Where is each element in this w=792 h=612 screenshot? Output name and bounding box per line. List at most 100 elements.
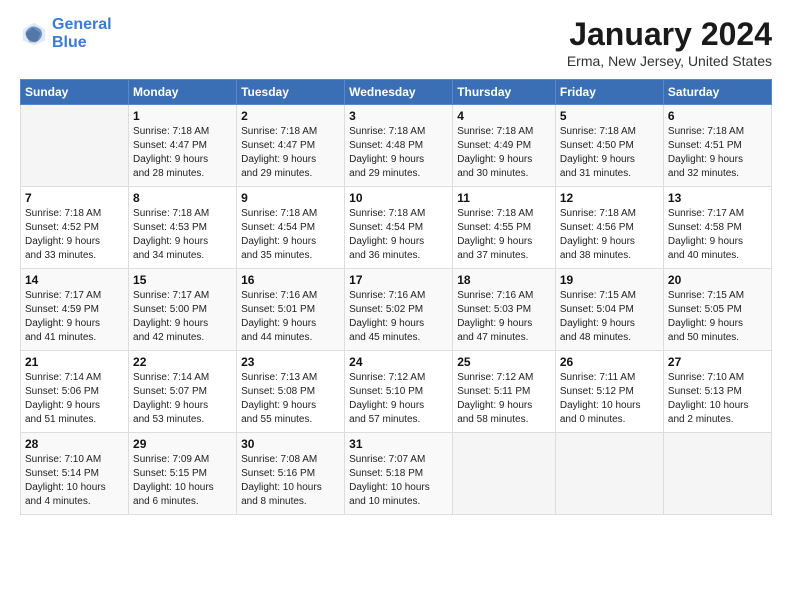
week-row-3: 14 Sunrise: 7:17 AM Sunset: 4:59 PM Dayli… [21,269,772,351]
title-block: January 2024 Erma, New Jersey, United St… [567,16,772,69]
day-number: 18 [457,273,551,287]
weekday-header-monday: Monday [129,80,237,105]
day-number: 14 [25,273,124,287]
day-detail: Sunrise: 7:17 AM Sunset: 4:58 PM Dayligh… [668,207,767,263]
calendar-cell: 27 Sunrise: 7:10 AM Sunset: 5:13 PM Dayli… [663,351,771,433]
weekday-header-friday: Friday [555,80,663,105]
day-detail: Sunrise: 7:18 AM Sunset: 4:49 PM Dayligh… [457,125,551,181]
day-number: 21 [25,355,124,369]
logo-line2: Blue [52,34,87,51]
day-number: 30 [241,437,340,451]
calendar-cell: 17 Sunrise: 7:16 AM Sunset: 5:02 PM Dayli… [345,269,453,351]
day-detail: Sunrise: 7:18 AM Sunset: 4:51 PM Dayligh… [668,125,767,181]
day-detail: Sunrise: 7:18 AM Sunset: 4:54 PM Dayligh… [349,207,448,263]
day-detail: Sunrise: 7:18 AM Sunset: 4:55 PM Dayligh… [457,207,551,263]
calendar-cell: 22 Sunrise: 7:14 AM Sunset: 5:07 PM Dayli… [129,351,237,433]
logo-icon [20,20,48,48]
weekday-header-row: SundayMondayTuesdayWednesdayThursdayFrid… [21,80,772,105]
day-detail: Sunrise: 7:08 AM Sunset: 5:16 PM Dayligh… [241,453,340,509]
calendar-cell: 26 Sunrise: 7:11 AM Sunset: 5:12 PM Dayli… [555,351,663,433]
calendar-cell: 18 Sunrise: 7:16 AM Sunset: 5:03 PM Dayli… [453,269,556,351]
month-title: January 2024 [567,16,772,53]
day-detail: Sunrise: 7:12 AM Sunset: 5:10 PM Dayligh… [349,371,448,427]
calendar-cell: 9Sunrise: 7:18 AM Sunset: 4:54 PM Daylig… [237,187,345,269]
calendar-cell [453,433,556,515]
weekday-header-sunday: Sunday [21,80,129,105]
day-detail: Sunrise: 7:16 AM Sunset: 5:03 PM Dayligh… [457,289,551,345]
day-detail: Sunrise: 7:18 AM Sunset: 4:54 PM Dayligh… [241,207,340,263]
calendar-cell: 19 Sunrise: 7:15 AM Sunset: 5:04 PM Dayli… [555,269,663,351]
calendar-cell: 14 Sunrise: 7:17 AM Sunset: 4:59 PM Dayli… [21,269,129,351]
header: General Blue January 2024 Erma, New Jers… [20,16,772,69]
day-number: 27 [668,355,767,369]
week-row-4: 21Sunrise: 7:14 AM Sunset: 5:06 PM Dayli… [21,351,772,433]
day-number: 16 [241,273,340,287]
day-number: 26 [560,355,659,369]
day-number: 28 [25,437,124,451]
calendar-cell: 28Sunrise: 7:10 AM Sunset: 5:14 PM Dayli… [21,433,129,515]
calendar-table: SundayMondayTuesdayWednesdayThursdayFrid… [20,79,772,515]
day-number: 29 [133,437,232,451]
calendar-cell: 29 Sunrise: 7:09 AM Sunset: 5:15 PM Dayli… [129,433,237,515]
day-number: 3 [349,109,448,123]
calendar-cell: 23 Sunrise: 7:13 AM Sunset: 5:08 PM Dayli… [237,351,345,433]
calendar-cell: 15Sunrise: 7:17 AM Sunset: 5:00 PM Dayli… [129,269,237,351]
weekday-header-tuesday: Tuesday [237,80,345,105]
day-detail: Sunrise: 7:09 AM Sunset: 5:15 PM Dayligh… [133,453,232,509]
calendar-cell [555,433,663,515]
calendar-cell: 4 Sunrise: 7:18 AM Sunset: 4:49 PM Daylig… [453,105,556,187]
day-number: 10 [349,191,448,205]
day-detail: Sunrise: 7:16 AM Sunset: 5:02 PM Dayligh… [349,289,448,345]
location-title: Erma, New Jersey, United States [567,53,772,69]
day-detail: Sunrise: 7:18 AM Sunset: 4:48 PM Dayligh… [349,125,448,181]
logo: General Blue [20,16,112,51]
calendar-cell: 5 Sunrise: 7:18 AM Sunset: 4:50 PM Daylig… [555,105,663,187]
day-detail: Sunrise: 7:10 AM Sunset: 5:13 PM Dayligh… [668,371,767,427]
calendar-cell [21,105,129,187]
day-number: 20 [668,273,767,287]
calendar-cell: 6 Sunrise: 7:18 AM Sunset: 4:51 PM Daylig… [663,105,771,187]
calendar-cell: 31Sunrise: 7:07 AM Sunset: 5:18 PM Dayli… [345,433,453,515]
day-detail: Sunrise: 7:13 AM Sunset: 5:08 PM Dayligh… [241,371,340,427]
calendar-cell: 10 Sunrise: 7:18 AM Sunset: 4:54 PM Dayli… [345,187,453,269]
logo-text: General Blue [52,16,112,51]
calendar-cell: 20 Sunrise: 7:15 AM Sunset: 5:05 PM Dayli… [663,269,771,351]
day-detail: Sunrise: 7:18 AM Sunset: 4:50 PM Dayligh… [560,125,659,181]
day-detail: Sunrise: 7:18 AM Sunset: 4:47 PM Dayligh… [133,125,232,181]
day-detail: Sunrise: 7:16 AM Sunset: 5:01 PM Dayligh… [241,289,340,345]
day-number: 22 [133,355,232,369]
day-detail: Sunrise: 7:11 AM Sunset: 5:12 PM Dayligh… [560,371,659,427]
weekday-header-thursday: Thursday [453,80,556,105]
day-number: 4 [457,109,551,123]
day-number: 7 [25,191,124,205]
day-detail: Sunrise: 7:18 AM Sunset: 4:47 PM Dayligh… [241,125,340,181]
day-number: 19 [560,273,659,287]
day-number: 23 [241,355,340,369]
day-number: 5 [560,109,659,123]
calendar-cell: 3 Sunrise: 7:18 AM Sunset: 4:48 PM Daylig… [345,105,453,187]
weekday-header-saturday: Saturday [663,80,771,105]
calendar-cell: 30 Sunrise: 7:08 AM Sunset: 5:16 PM Dayli… [237,433,345,515]
day-detail: Sunrise: 7:15 AM Sunset: 5:04 PM Dayligh… [560,289,659,345]
day-detail: Sunrise: 7:17 AM Sunset: 4:59 PM Dayligh… [25,289,124,345]
day-number: 2 [241,109,340,123]
weekday-header-wednesday: Wednesday [345,80,453,105]
week-row-5: 28Sunrise: 7:10 AM Sunset: 5:14 PM Dayli… [21,433,772,515]
calendar-cell: 24Sunrise: 7:12 AM Sunset: 5:10 PM Dayli… [345,351,453,433]
calendar-cell: 13Sunrise: 7:17 AM Sunset: 4:58 PM Dayli… [663,187,771,269]
day-detail: Sunrise: 7:18 AM Sunset: 4:52 PM Dayligh… [25,207,124,263]
day-detail: Sunrise: 7:14 AM Sunset: 5:07 PM Dayligh… [133,371,232,427]
calendar-cell: 25Sunrise: 7:12 AM Sunset: 5:11 PM Dayli… [453,351,556,433]
week-row-1: 1 Sunrise: 7:18 AM Sunset: 4:47 PM Daylig… [21,105,772,187]
page: General Blue January 2024 Erma, New Jers… [0,0,792,525]
day-detail: Sunrise: 7:07 AM Sunset: 5:18 PM Dayligh… [349,453,448,509]
day-number: 1 [133,109,232,123]
day-number: 17 [349,273,448,287]
day-detail: Sunrise: 7:18 AM Sunset: 4:56 PM Dayligh… [560,207,659,263]
calendar-cell: 11Sunrise: 7:18 AM Sunset: 4:55 PM Dayli… [453,187,556,269]
week-row-2: 7 Sunrise: 7:18 AM Sunset: 4:52 PM Daylig… [21,187,772,269]
day-number: 6 [668,109,767,123]
day-detail: Sunrise: 7:15 AM Sunset: 5:05 PM Dayligh… [668,289,767,345]
calendar-cell: 2 Sunrise: 7:18 AM Sunset: 4:47 PM Daylig… [237,105,345,187]
calendar-cell: 21Sunrise: 7:14 AM Sunset: 5:06 PM Dayli… [21,351,129,433]
